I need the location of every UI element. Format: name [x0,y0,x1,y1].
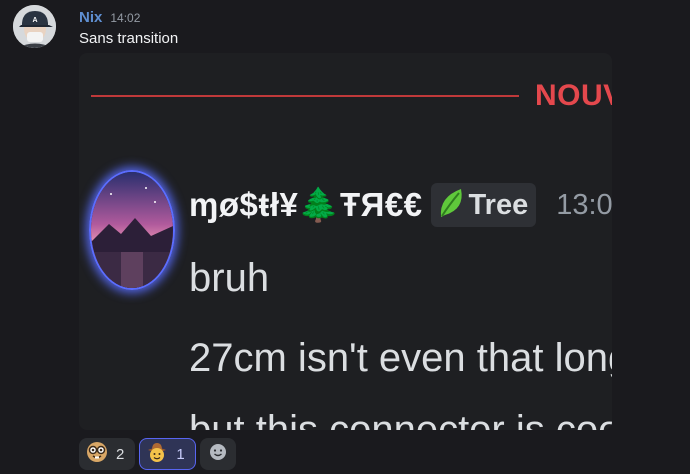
tree-badge: Tree [430,183,537,227]
reaction-count: 2 [116,445,125,463]
inner-author-name: ɱø$ŧł¥🌲ŦЯ€€ [189,185,423,223]
cowboy-face-icon [146,441,168,468]
svg-text:A: A [32,17,37,24]
message-text: Sans transition [79,30,179,47]
reaction-cowboy-face[interactable]: 1 [139,438,196,470]
inner-message-line: but this connector is cooked [189,408,612,430]
new-messages-divider [91,95,519,97]
new-messages-label: NOUVE [535,79,612,112]
nerd-face-icon [86,441,108,468]
reactions-bar: 2 1 [79,438,236,470]
reaction-nerd-face[interactable]: 2 [79,438,136,470]
inner-timestamp: 13:09 [556,188,612,221]
inner-avatar [89,170,175,290]
tree-badge-label: Tree [468,188,529,221]
add-reaction-button[interactable] [199,438,236,470]
user-avatar[interactable]: A [13,5,56,48]
add-reaction-icon [208,442,228,467]
inner-message-line: bruh [189,256,270,300]
inner-message-line: 27cm isn't even that long [189,336,612,380]
image-attachment[interactable]: NOUVE ɱø$ŧł¥🌲ŦЯ€€ [79,53,612,430]
author-name[interactable]: Nix [79,9,102,26]
reaction-count: 1 [176,445,185,463]
leaf-icon [437,187,465,224]
message-timestamp: 14:02 [110,11,141,25]
